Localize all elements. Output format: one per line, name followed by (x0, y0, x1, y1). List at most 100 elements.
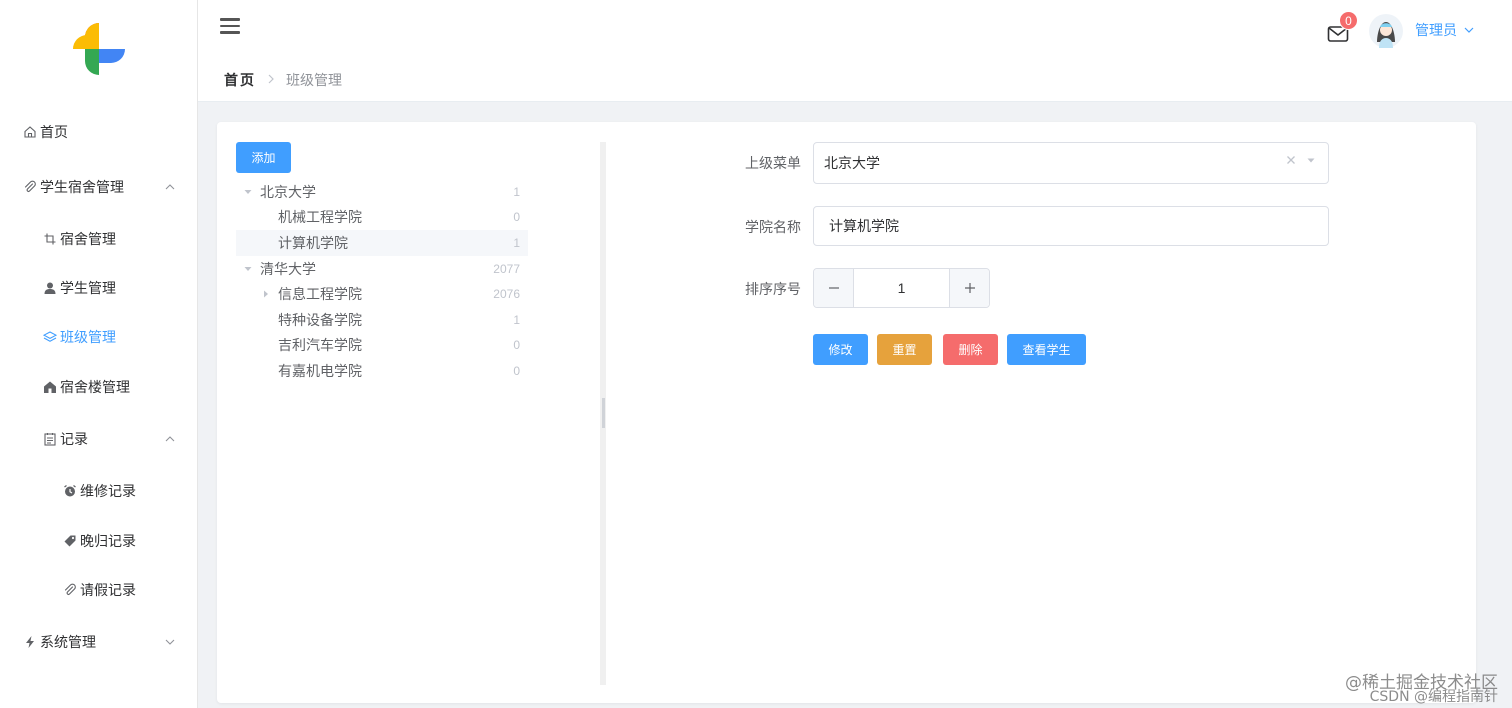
price-tag-icon (62, 533, 78, 549)
parent-menu-select[interactable]: 北京大学 (813, 142, 1329, 184)
sidebar-item-label: 宿舍楼管理 (60, 379, 130, 395)
watermark-csdn: CSDN @编程指南针 (1369, 689, 1498, 705)
sidebar-item-label: 宿舍管理 (60, 231, 116, 247)
tree-node[interactable]: 特种设备学院 1 (236, 307, 528, 333)
chevron-down-icon (1464, 27, 1474, 33)
tree-node-count: 2076 (493, 287, 520, 302)
caret-down-icon[interactable] (242, 263, 254, 275)
tree-node-count: 1 (513, 312, 520, 327)
main-card: 添加 北京大学 1 机械工程学院 0 计算机学院 1 清华大学 2077 信息工… (217, 122, 1476, 703)
tree-node-count: 1 (513, 235, 520, 250)
chevron-up-icon (165, 184, 175, 190)
plus-icon (964, 283, 975, 293)
layers-icon (42, 329, 58, 345)
sidebar-item-label: 学生管理 (60, 280, 116, 296)
tree-node-label: 清华大学 (260, 260, 316, 277)
menu-toggle-icon[interactable] (220, 18, 240, 34)
parent-menu-value: 北京大学 (824, 155, 880, 171)
college-name-label: 学院名称 (745, 219, 801, 235)
add-button[interactable]: 添加 (236, 142, 291, 173)
sidebar-item-label: 请假记录 (80, 582, 136, 598)
top-header: 0 管理员 (198, 0, 1512, 56)
tree-node-count: 1 (513, 184, 520, 199)
tree-node-count: 0 (513, 363, 520, 378)
caret-right-icon[interactable] (260, 288, 272, 300)
increment-button[interactable] (949, 269, 989, 307)
breadcrumb-home[interactable]: 首页 (224, 70, 256, 90)
tree-node[interactable]: 清华大学 2077 (236, 256, 528, 282)
tree-node[interactable]: 吉利汽车学院 0 (236, 333, 528, 359)
college-name-input[interactable]: 计算机学院 (813, 206, 1329, 246)
sidebar-item-dorm[interactable]: 宿舍管理 (0, 219, 197, 259)
breadcrumb-bar: 首页 班级管理 (198, 56, 1512, 102)
view-students-button[interactable]: 查看学生 (1007, 334, 1086, 365)
tree-node-label: 特种设备学院 (278, 311, 362, 328)
sidebar-item-label: 晚归记录 (80, 533, 136, 549)
edit-button[interactable]: 修改 (813, 334, 868, 365)
minus-icon (828, 287, 839, 289)
chevron-up-icon (165, 436, 175, 442)
split-drag-handle[interactable] (602, 398, 605, 428)
sidebar-item-late-return[interactable]: 晚归记录 (0, 521, 197, 561)
tree-node-label: 北京大学 (260, 183, 316, 200)
document-icon (42, 431, 58, 447)
crop-icon (42, 231, 58, 247)
sidebar-item-label: 维修记录 (80, 483, 136, 499)
sidebar-item-system[interactable]: 系统管理 (0, 622, 197, 662)
breadcrumb-current: 班级管理 (286, 72, 342, 88)
paperclip-icon (62, 582, 78, 598)
tree-node-label: 信息工程学院 (278, 286, 362, 303)
caret-down-icon[interactable] (1306, 155, 1316, 165)
tree-node[interactable]: 信息工程学院 2076 (236, 281, 528, 307)
chevron-down-icon (165, 639, 175, 645)
tree-node-label: 机械工程学院 (278, 209, 362, 226)
tree-node-count: 0 (513, 210, 520, 225)
username: 管理员 (1415, 22, 1457, 38)
sidebar-item-leave[interactable]: 请假记录 (0, 570, 197, 610)
sort-order-label: 排序序号 (745, 281, 801, 297)
avatar[interactable] (1369, 14, 1403, 48)
user-menu[interactable]: 管理员 (1415, 20, 1475, 40)
sort-order-stepper[interactable]: 1 (813, 268, 990, 308)
tree-node-selected[interactable]: 计算机学院 1 (236, 230, 528, 256)
clear-icon[interactable] (1286, 155, 1296, 165)
class-tree: 北京大学 1 机械工程学院 0 计算机学院 1 清华大学 2077 信息工程学院… (236, 179, 528, 384)
tree-node-label: 计算机学院 (278, 234, 348, 251)
notification-badge: 0 (1339, 11, 1358, 30)
tree-node-label: 吉利汽车学院 (278, 337, 362, 354)
sidebar: 首页 学生宿舍管理 宿舍管理 学生管理 班级管理 宿舍楼管理 记录 维修记录 晚… (0, 0, 198, 708)
sidebar-item-label: 系统管理 (40, 634, 96, 650)
reset-button[interactable]: 重置 (877, 334, 932, 365)
sidebar-item-home[interactable]: 首页 (0, 112, 197, 152)
caret-down-icon[interactable] (242, 186, 254, 198)
decrement-button[interactable] (814, 269, 854, 307)
delete-button[interactable]: 删除 (943, 334, 998, 365)
sidebar-item-class[interactable]: 班级管理 (0, 317, 197, 357)
tree-node[interactable]: 机械工程学院 0 (236, 205, 528, 231)
tree-node-label: 有嘉机电学院 (278, 362, 362, 379)
user-icon (42, 280, 58, 296)
sidebar-item-building[interactable]: 宿舍楼管理 (0, 367, 197, 407)
sidebar-item-label: 学生宿舍管理 (40, 179, 124, 195)
sidebar-item-repair[interactable]: 维修记录 (0, 471, 197, 511)
breadcrumb: 首页 班级管理 (224, 70, 342, 90)
tree-node-count: 0 (513, 338, 520, 353)
sidebar-item-label: 记录 (60, 431, 88, 447)
sidebar-item-dorm-management[interactable]: 学生宿舍管理 (0, 167, 197, 207)
pinwheel-logo (73, 23, 125, 75)
parent-menu-label: 上级菜单 (745, 155, 801, 171)
sidebar-item-records[interactable]: 记录 (0, 419, 197, 459)
tree-node-count: 2077 (493, 261, 520, 276)
college-name-value: 计算机学院 (829, 218, 899, 234)
sidebar-item-label: 首页 (40, 124, 68, 140)
home-icon (22, 124, 38, 140)
paperclip-icon (22, 179, 38, 195)
tree-node[interactable]: 有嘉机电学院 0 (236, 358, 528, 384)
lightning-icon (22, 634, 38, 650)
sidebar-item-students[interactable]: 学生管理 (0, 268, 197, 308)
alarm-clock-icon (62, 483, 78, 499)
chevron-right-icon (266, 72, 276, 88)
tree-node[interactable]: 北京大学 1 (236, 179, 528, 205)
sidebar-item-label: 班级管理 (60, 329, 116, 345)
sort-order-value[interactable]: 1 (854, 269, 949, 307)
